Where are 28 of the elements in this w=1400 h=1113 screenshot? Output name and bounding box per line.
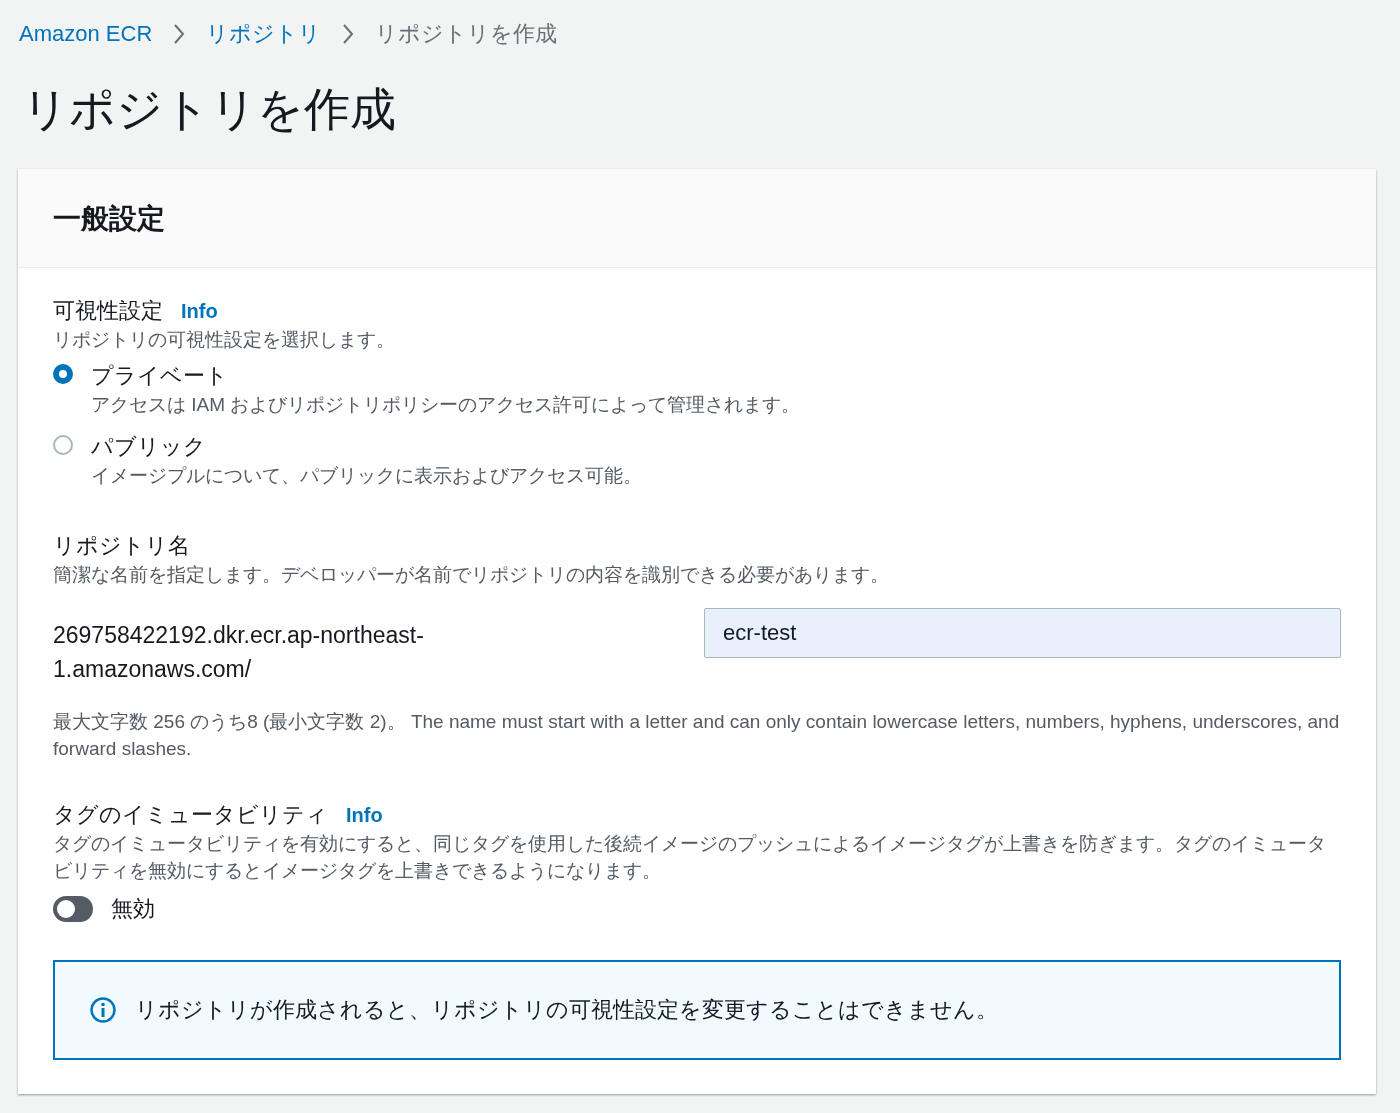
field-label: リポジトリ名 xyxy=(53,531,190,560)
alert-text: リポジトリが作成されると、リポジトリの可視性設定を変更することはできません。 xyxy=(135,995,998,1024)
toggle-switch[interactable] xyxy=(53,895,93,922)
radio-button[interactable] xyxy=(53,363,73,384)
info-link[interactable]: Info xyxy=(181,299,218,323)
option-description: イメージプルについて、パブリックに表示およびアクセス可能。 xyxy=(91,463,642,488)
uri-prefix: 269758422192.dkr.ecr.ap-northeast-1.amazonaws.com/ xyxy=(53,620,425,684)
breadcrumb-link[interactable]: Amazon ECR xyxy=(19,21,153,47)
radio-button[interactable] xyxy=(53,434,73,455)
field-label: タグのイミュータビリティ xyxy=(53,800,328,829)
radio-label: プライベート xyxy=(91,361,229,390)
breadcrumb-current: リポジトリを作成 xyxy=(375,20,558,48)
field-description: タグのイミュータビリティを有効にすると、同じタグを使用した後続イメージのプッシュによるイメージタグが上書きを防ぎます。タグのイミュータビリティを無効にするとイメージタグを上書きできるようになります。 xyxy=(53,831,1327,883)
field-description: リポジトリの可視性設定を選択します。 xyxy=(53,327,396,352)
chevron-right-icon xyxy=(172,22,187,46)
info-icon xyxy=(89,995,117,1024)
repository-name-input[interactable]: ecr-test xyxy=(704,607,1341,658)
chevron-right-icon xyxy=(341,22,356,46)
field-label: 可視性設定 xyxy=(53,296,163,325)
option-description: アクセスは IAM およびリポジトリポリシーのアクセス許可によって管理されます。 xyxy=(91,392,801,417)
field-description: 簡潔な名前を指定します。デベロッパーが名前でリポジトリの内容を識別できる必要があります。 xyxy=(53,562,890,587)
breadcrumb-link[interactable]: リポジトリ xyxy=(206,19,322,49)
page-title: リポジトリを作成 xyxy=(22,84,397,135)
section-title: 一般設定 xyxy=(53,201,166,236)
constraint-hint: 最大文字数 256 のうち8 (最小文字数 2)。 The name must start with a letter and can only contain lowercase letters, numbers, hyphens, underscores, and forward slashes. xyxy=(53,709,1341,761)
radio-label: パブリック xyxy=(91,432,207,461)
info-link[interactable]: Info xyxy=(346,803,383,827)
toggle-label: 無効 xyxy=(111,894,155,923)
